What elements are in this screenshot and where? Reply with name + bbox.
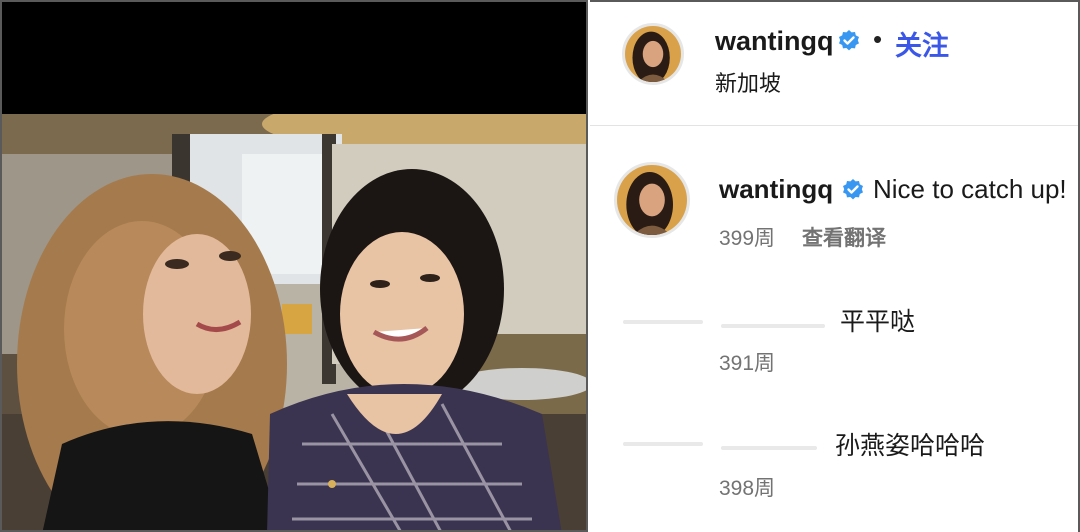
- photo-image: [2, 114, 586, 530]
- caption-text: Nice to catch up!: [873, 174, 1067, 204]
- author-username[interactable]: wantingq: [715, 26, 833, 57]
- comments-panel: wantingq • 关注 新加坡 wantingq Nice to catch…: [590, 0, 1080, 532]
- separator-dot: •: [873, 24, 883, 54]
- see-translation-button[interactable]: 查看翻译: [802, 222, 886, 252]
- caption-username[interactable]: wantingq: [719, 174, 833, 205]
- avatar-image: [617, 165, 687, 235]
- redacted-avatar: [623, 442, 703, 446]
- redacted-username: [721, 446, 817, 450]
- verified-badge-icon: [839, 30, 859, 51]
- caption-timestamp: 399周: [719, 227, 776, 250]
- comment-timestamp: 391周: [719, 352, 776, 375]
- comment-timestamp: 398周: [719, 477, 776, 500]
- verified-badge-icon: [843, 179, 863, 200]
- avatar-image: [625, 26, 681, 82]
- post-location[interactable]: 新加坡: [715, 66, 781, 98]
- follow-button[interactable]: 关注: [895, 24, 949, 63]
- author-avatar[interactable]: [622, 23, 684, 85]
- caption-author-avatar[interactable]: [614, 162, 690, 238]
- comment-text: 平平哒: [840, 308, 916, 336]
- redacted-avatar: [623, 320, 703, 324]
- post-header: wantingq • 关注 新加坡: [590, 2, 1078, 126]
- redacted-username: [721, 324, 825, 328]
- photo-letterbox: [2, 2, 586, 114]
- post-photo[interactable]: [0, 0, 588, 532]
- comment-text: 孙燕姿哈哈哈: [835, 432, 986, 460]
